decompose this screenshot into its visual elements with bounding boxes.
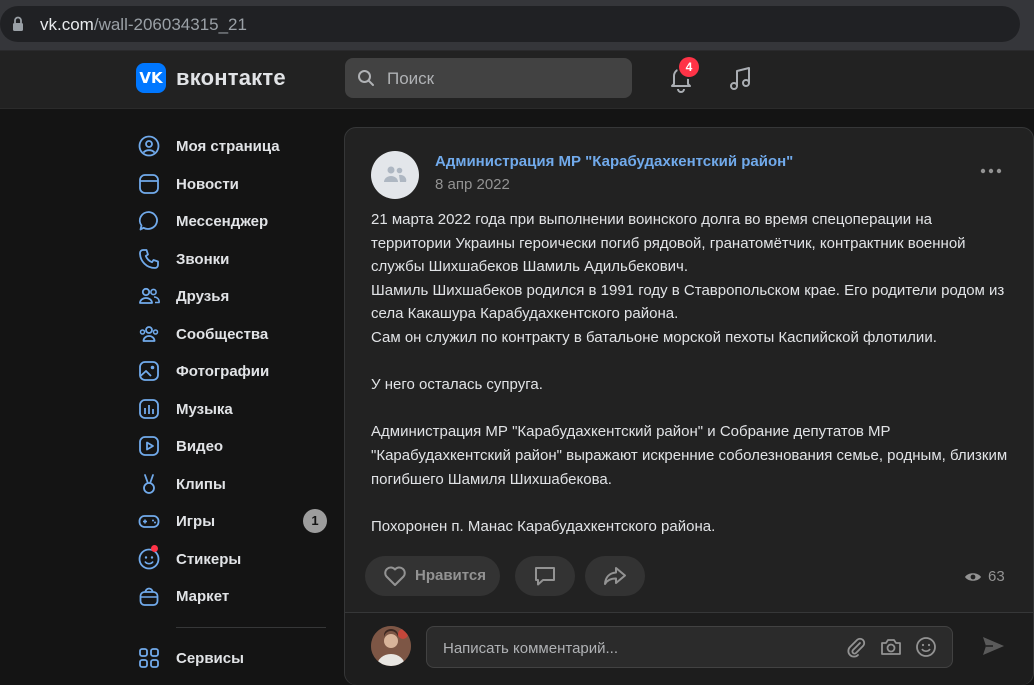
comment-icon (535, 567, 555, 586)
sidebar-item-market[interactable]: Маркет (132, 578, 332, 614)
sidebar-item-label: Музыка (176, 401, 233, 418)
sidebar-item-label: Сообщества (176, 326, 269, 343)
sticker-icon (138, 548, 160, 570)
url-path: /wall-206034315_21 (93, 15, 247, 34)
notifications-badge: 4 (679, 57, 699, 77)
site-header: VK вконтакте (0, 51, 1034, 109)
emoji-icon[interactable] (915, 636, 937, 658)
sidebar-item-label: Мессенджер (176, 213, 269, 230)
comment-field[interactable] (426, 626, 953, 669)
post-paragraph: У него осталась супруга. (371, 376, 543, 394)
send-icon[interactable] (981, 635, 1005, 657)
eye-icon (965, 572, 981, 581)
services-icon (139, 648, 159, 668)
newsfeed-icon (139, 174, 159, 194)
sidebar-item-label: Сервисы (176, 650, 244, 667)
photo-icon (139, 361, 159, 381)
sidebar-item-stickers[interactable]: Стикеры (132, 541, 332, 577)
gamepad-icon (138, 515, 160, 528)
user-circle-icon (138, 135, 160, 157)
clips-icon (143, 474, 155, 494)
sidebar-item-photos[interactable]: Фотографии (132, 353, 332, 389)
like-button[interactable]: Нравится (365, 556, 500, 596)
comment-input[interactable] (441, 627, 825, 669)
sidebar-item-label: Друзья (176, 288, 230, 305)
url-host: vk.com (40, 15, 94, 34)
views-counter: 63 (964, 568, 1005, 585)
video-icon (139, 436, 159, 456)
post-text: 21 марта 2022 года при выполнении воинск… (371, 208, 1011, 538)
sidebar-item-services[interactable]: Сервисы (132, 640, 332, 676)
stickers-new-dot (151, 545, 158, 552)
post-paragraph: 21 марта 2022 года при выполнении воинск… (371, 211, 970, 276)
sidebar-item-label: Звонки (176, 251, 230, 268)
search-icon (358, 70, 374, 86)
heart-icon (384, 566, 406, 586)
views-count: 63 (988, 568, 1005, 585)
post-paragraph: Администрация МР "Карабудахкентский райо… (371, 423, 1012, 488)
url-field[interactable]: vk.com/wall-206034315_21 (0, 6, 1020, 42)
phone-icon (139, 249, 159, 269)
games-count-badge: 1 (303, 509, 327, 533)
market-icon (139, 587, 159, 606)
browser-address-bar: vk.com/wall-206034315_21 (0, 0, 1034, 51)
sidebar-item-label: Клипы (176, 476, 226, 493)
sidebar-item-label: Игры (176, 513, 216, 530)
lock-icon (13, 16, 23, 31)
post-paragraph: Похоронен п. Манас Карабудахкентского ра… (371, 517, 716, 535)
sidebar-item-music[interactable]: Музыка (132, 391, 332, 427)
sidebar-item-messenger[interactable]: Мессенджер (132, 203, 332, 239)
current-user-avatar[interactable] (371, 626, 411, 666)
comment-composer (345, 612, 1033, 685)
share-icon (604, 567, 626, 585)
post-author-link[interactable]: Администрация МР "Карабудахкентский райо… (435, 153, 793, 170)
sidebar-item-games[interactable]: Игры 1 (132, 503, 332, 539)
music-player-icon[interactable] (727, 65, 755, 93)
sidebar-item-video[interactable]: Видео (132, 428, 332, 464)
sidebar-item-communities[interactable]: Сообщества (132, 316, 332, 352)
vk-logo-icon: VK (136, 63, 166, 93)
more-options-icon[interactable] (980, 168, 1002, 174)
sidebar-item-label: Фотографии (176, 363, 270, 380)
share-button[interactable] (585, 556, 645, 596)
post-paragraph: Шамиль Шихшабеков родился в 1991 году в … (371, 281, 1009, 323)
search-box[interactable] (345, 58, 632, 100)
sidebar-item-label: Маркет (176, 588, 230, 605)
sidebar-item-label: Видео (176, 438, 224, 455)
camera-icon[interactable] (879, 636, 903, 658)
communities-icon (139, 326, 159, 342)
sidebar-item-my-page[interactable]: Моя страница (132, 128, 332, 164)
sidebar-item-calls[interactable]: Звонки (132, 241, 332, 277)
sidebar-item-news[interactable]: Новости (132, 166, 332, 202)
attach-icon[interactable] (845, 636, 867, 658)
sidebar-item-friends[interactable]: Друзья (132, 278, 332, 314)
vk-logo[interactable]: VK вконтакте (136, 63, 286, 93)
sidebar-divider (176, 627, 326, 628)
user-photo (371, 626, 411, 666)
sidebar-item-label: Новости (176, 176, 239, 193)
community-group-icon (384, 166, 407, 182)
wall-post: Администрация МР "Карабудахкентский райо… (344, 127, 1034, 685)
like-label: Нравится (415, 567, 487, 584)
sidebar-item-clips[interactable]: Клипы (132, 466, 332, 502)
search-input[interactable] (385, 58, 629, 100)
message-icon (138, 211, 158, 231)
comment-button[interactable] (515, 556, 575, 596)
post-date[interactable]: 8 апр 2022 (435, 176, 510, 193)
sidebar-item-label: Моя страница (176, 138, 280, 155)
music-icon (139, 399, 159, 419)
url-text: vk.com/wall-206034315_21 (40, 15, 247, 35)
post-paragraph: Сам он служил по контракту в батальоне м… (371, 328, 937, 346)
community-avatar[interactable] (371, 151, 419, 199)
friends-icon (139, 287, 160, 304)
vk-logo-text: вконтакте (176, 65, 286, 90)
sidebar-item-label: Стикеры (176, 551, 242, 568)
